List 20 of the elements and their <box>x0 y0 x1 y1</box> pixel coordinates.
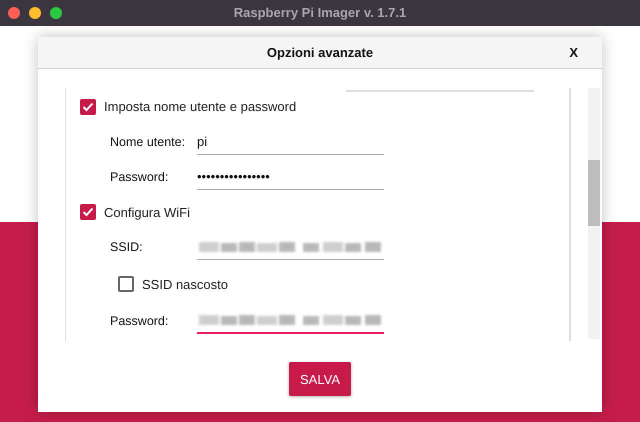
dialog-title: Opzioni avanzate <box>266 45 374 60</box>
window-title: Raspberry Pi Imager v. 1.7.1 <box>234 5 406 20</box>
checkbox[interactable] <box>80 98 96 114</box>
close-button[interactable]: X <box>565 43 582 62</box>
scrollbar[interactable] <box>588 88 600 339</box>
save-button[interactable]: SALVA <box>289 362 351 396</box>
window-control-icon[interactable] <box>8 7 20 19</box>
field-label: Nome utente: <box>110 135 186 149</box>
checkbox[interactable] <box>118 276 134 292</box>
window-control-icon[interactable] <box>50 7 62 19</box>
field-label: Password: <box>110 314 170 328</box>
checkbox-label: Imposta nome utente e password <box>104 99 296 114</box>
text-field[interactable]: pi <box>197 129 384 155</box>
text-field[interactable]: •••••••••••••••• <box>197 164 384 190</box>
checkbox-label: Configura WiFi <box>104 204 190 220</box>
field-label: Password: <box>110 170 170 184</box>
field-label: SSID: <box>110 240 144 254</box>
checkbox[interactable] <box>80 204 96 220</box>
window-control-icon[interactable] <box>29 7 41 19</box>
checkbox-label: SSID nascosto <box>142 276 228 292</box>
